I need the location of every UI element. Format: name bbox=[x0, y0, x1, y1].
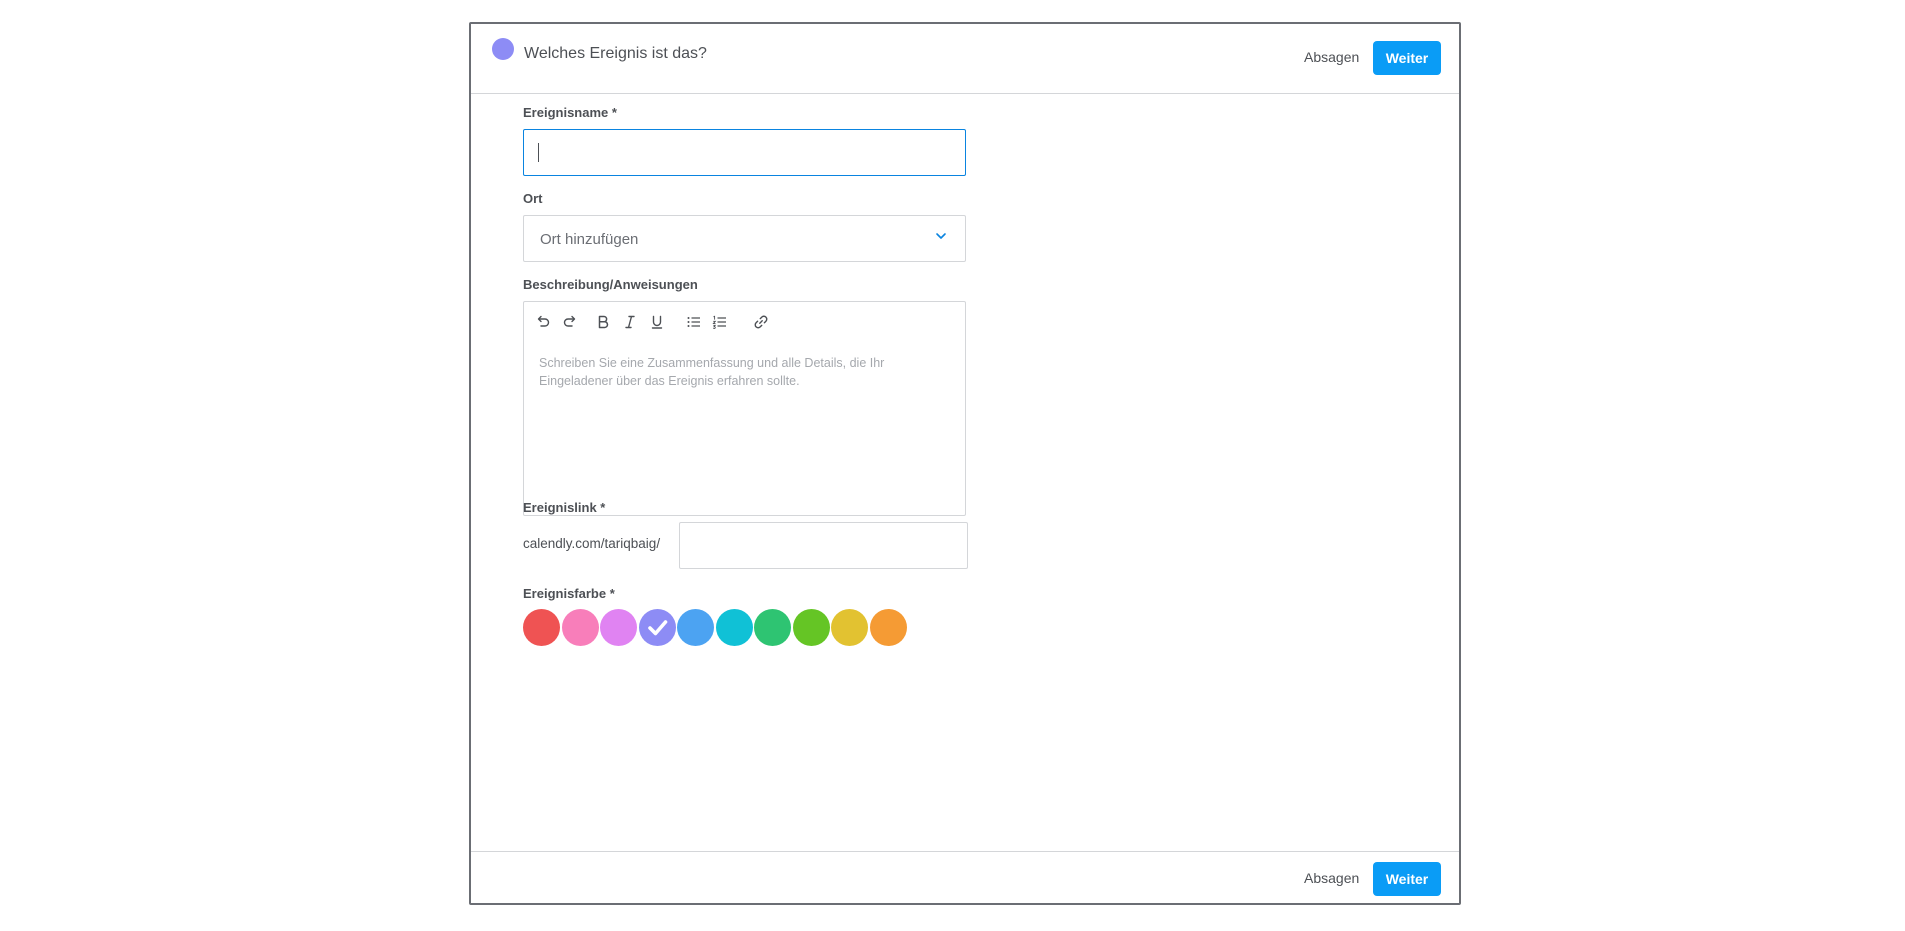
description-label: Beschreibung/Anweisungen bbox=[523, 277, 698, 292]
page-title: Welches Ereignis ist das? bbox=[524, 45, 707, 62]
event-name-input[interactable] bbox=[523, 129, 966, 176]
modal-footer: Absagen Weiter bbox=[471, 851, 1459, 903]
event-link-prefix: calendly.com/tariqbaig/ bbox=[523, 536, 661, 551]
color-swatch[interactable] bbox=[677, 609, 714, 646]
undo-icon[interactable] bbox=[533, 312, 553, 332]
numbered-list-icon[interactable] bbox=[710, 312, 730, 332]
color-swatch[interactable] bbox=[600, 609, 637, 646]
checkmark-icon bbox=[647, 620, 667, 636]
redo-icon[interactable] bbox=[560, 312, 580, 332]
color-swatch[interactable] bbox=[638, 609, 676, 646]
description-placeholder: Schreiben Sie eine Zusammenfassung und a… bbox=[539, 356, 885, 388]
color-swatch[interactable] bbox=[792, 609, 830, 646]
italic-icon[interactable] bbox=[620, 312, 640, 332]
event-name-label: Ereignisname * bbox=[523, 105, 617, 120]
color-swatch[interactable] bbox=[831, 609, 868, 646]
location-select-value: Ort hinzufügen bbox=[540, 231, 639, 248]
underline-icon[interactable] bbox=[647, 312, 667, 332]
text-caret bbox=[538, 143, 539, 162]
modal-header: Welches Ereignis ist das? Absagen Weiter bbox=[471, 24, 1459, 94]
link-icon[interactable] bbox=[751, 312, 771, 332]
bulleted-list-icon[interactable] bbox=[684, 312, 704, 332]
color-swatch[interactable] bbox=[715, 609, 753, 646]
color-swatch[interactable] bbox=[754, 609, 791, 646]
color-swatch[interactable] bbox=[561, 609, 599, 646]
event-link-label: Ereignislink * bbox=[523, 500, 606, 515]
cancel-button[interactable]: Absagen bbox=[1304, 49, 1359, 65]
event-color-label: Ereignisfarbe * bbox=[523, 586, 615, 601]
next-button[interactable]: Weiter bbox=[1373, 41, 1441, 75]
color-swatch[interactable] bbox=[869, 609, 907, 646]
color-swatch[interactable] bbox=[523, 609, 560, 646]
next-button[interactable]: Weiter bbox=[1373, 862, 1441, 896]
bold-icon[interactable] bbox=[593, 312, 613, 332]
chevron-down-icon bbox=[936, 233, 946, 239]
event-link-input[interactable] bbox=[679, 522, 968, 569]
cancel-button[interactable]: Absagen bbox=[1304, 870, 1359, 886]
event-modal: Welches Ereignis ist das? Absagen Weiter… bbox=[469, 22, 1461, 905]
description-editor[interactable]: Schreiben Sie eine Zusammenfassung und a… bbox=[523, 301, 966, 516]
location-label: Ort bbox=[523, 191, 543, 206]
location-select[interactable]: Ort hinzufügen bbox=[523, 215, 966, 262]
event-color-dot bbox=[492, 38, 514, 60]
